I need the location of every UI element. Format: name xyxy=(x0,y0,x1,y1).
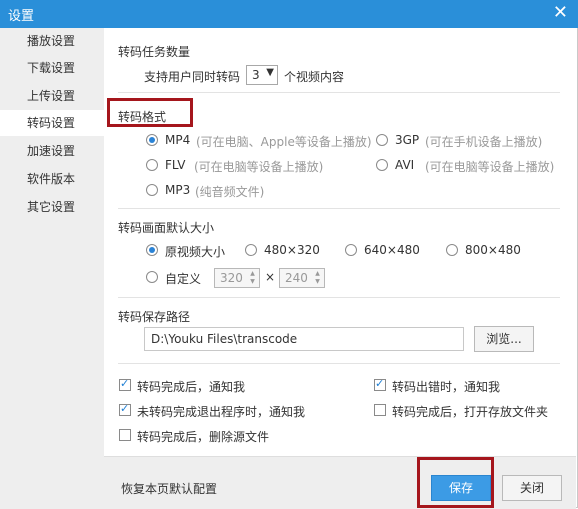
divider xyxy=(118,297,560,298)
stepper-down-icon[interactable]: ▼ xyxy=(248,278,257,286)
custom-width-value: 320 xyxy=(220,271,243,285)
size-480x320-label: 480×320 xyxy=(264,243,320,257)
sidebar-item-upload[interactable]: 上传设置 xyxy=(0,83,104,109)
stepper-down-icon[interactable]: ▼ xyxy=(313,278,322,286)
size-times-symbol: × xyxy=(265,270,276,284)
radio-format-flv[interactable] xyxy=(146,159,158,171)
format-3gp-hint: (可在手机设备上播放) xyxy=(425,135,543,149)
size-640x480-label: 640×480 xyxy=(364,243,420,257)
sidebar-item-other[interactable]: 其它设置 xyxy=(0,194,104,220)
radio-format-3gp[interactable] xyxy=(376,134,388,146)
close-icon[interactable]: ✕ xyxy=(553,3,568,23)
divider xyxy=(118,208,560,209)
open-folder-label: 转码完成后，打开存放文件夹 xyxy=(392,405,549,419)
format-heading: 转码格式 xyxy=(118,110,167,124)
size-custom-label: 自定义 xyxy=(165,272,202,286)
format-3gp-label: 3GP xyxy=(395,133,420,147)
format-mp4-hint: (可在电脑、Apple等设备上播放) xyxy=(196,135,372,149)
task-count-select[interactable]: 3 ▼ xyxy=(246,65,278,85)
stepper-up-icon[interactable]: ▲ xyxy=(313,270,322,278)
radio-format-mp3[interactable] xyxy=(146,184,158,196)
custom-width-stepper[interactable]: 320 ▲ ▼ xyxy=(214,268,260,288)
window-title: 设置 xyxy=(8,9,35,24)
save-button[interactable]: 保存 xyxy=(431,475,491,501)
radio-size-original[interactable] xyxy=(146,244,158,256)
task-count-prefix: 支持用户同时转码 xyxy=(144,70,241,84)
notify-complete-label: 转码完成后，通知我 xyxy=(137,380,246,394)
radio-size-640x480[interactable] xyxy=(345,244,357,256)
divider xyxy=(118,363,560,364)
task-count-value: 3 xyxy=(252,68,260,82)
close-button[interactable]: 关闭 xyxy=(502,475,562,501)
delete-source-label: 转码完成后，删除源文件 xyxy=(137,430,270,444)
chevron-down-icon: ▼ xyxy=(266,67,274,78)
task-count-suffix: 个视频内容 xyxy=(284,70,345,84)
restore-defaults-link[interactable]: 恢复本页默认配置 xyxy=(121,480,217,497)
sidebar: 播放设置 下载设置 上传设置 转码设置 加速设置 软件版本 其它设置 xyxy=(0,28,104,509)
stepper-up-icon[interactable]: ▲ xyxy=(248,270,257,278)
format-mp3-label: MP3 xyxy=(165,183,191,197)
format-flv-label: FLV xyxy=(165,158,186,172)
notify-error-label: 转码出错时，通知我 xyxy=(392,380,501,394)
sidebar-item-version[interactable]: 软件版本 xyxy=(0,166,104,192)
radio-size-custom[interactable] xyxy=(146,271,158,283)
custom-height-value: 240 xyxy=(285,271,308,285)
size-800x480-label: 800×480 xyxy=(465,243,521,257)
sidebar-item-download[interactable]: 下载设置 xyxy=(0,55,104,81)
format-avi-label: AVI xyxy=(395,158,415,172)
radio-format-avi[interactable] xyxy=(376,159,388,171)
checkbox-open-folder[interactable] xyxy=(374,404,386,416)
format-mp4-label: MP4 xyxy=(165,133,191,147)
radio-format-mp4[interactable] xyxy=(146,134,158,146)
sidebar-item-playback[interactable]: 播放设置 xyxy=(0,28,104,54)
custom-height-stepper[interactable]: 240 ▲ ▼ xyxy=(279,268,325,288)
divider xyxy=(118,92,560,93)
checkbox-notify-exit[interactable] xyxy=(119,402,131,416)
radio-size-480x320[interactable] xyxy=(245,244,257,256)
format-avi-hint: (可在电脑等设备上播放) xyxy=(425,160,555,174)
path-heading: 转码保存路径 xyxy=(118,310,191,324)
save-path-input[interactable]: D:\Youku Files\transcode xyxy=(144,327,464,351)
size-heading: 转码画面默认大小 xyxy=(118,221,215,235)
size-original-label: 原视频大小 xyxy=(165,245,226,259)
checkbox-delete-source[interactable] xyxy=(119,429,131,441)
task-count-heading: 转码任务数量 xyxy=(118,45,191,59)
sidebar-item-acceleration[interactable]: 加速设置 xyxy=(0,138,104,164)
format-flv-hint: (可在电脑等设备上播放) xyxy=(194,160,324,174)
sidebar-item-transcode[interactable]: 转码设置 xyxy=(0,110,104,136)
checkbox-notify-complete[interactable] xyxy=(119,377,131,391)
notify-exit-label: 未转码完成退出程序时，通知我 xyxy=(137,405,306,419)
checkbox-notify-error[interactable] xyxy=(374,377,386,391)
radio-size-800x480[interactable] xyxy=(446,244,458,256)
title-bar: 设置 ✕ xyxy=(0,0,578,28)
browse-button[interactable]: 浏览... xyxy=(474,326,534,352)
format-mp3-hint: (纯音频文件) xyxy=(195,185,265,199)
